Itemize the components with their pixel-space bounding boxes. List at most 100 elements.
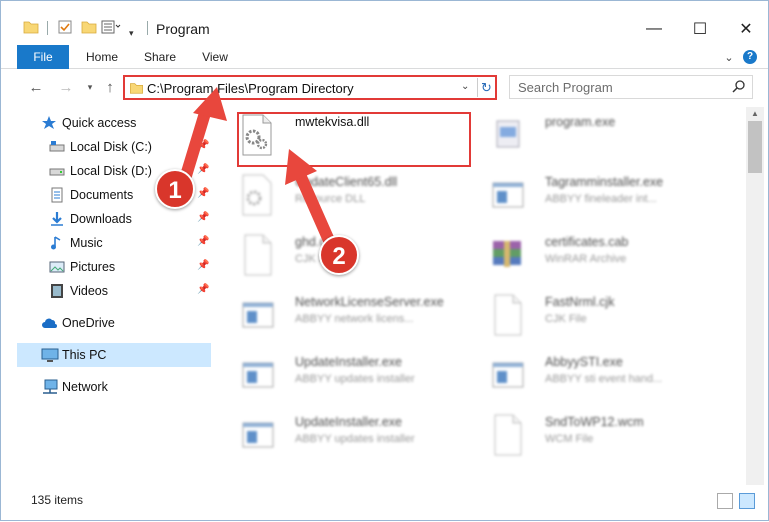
address-dropdown-icon[interactable]: ⌄ bbox=[461, 81, 469, 92]
back-arrow-icon[interactable]: ← bbox=[25, 77, 47, 97]
file-tile[interactable]: UpdateInstaller.exe ABBYY updates instal… bbox=[225, 407, 475, 463]
up-arrow-icon[interactable]: ↑ bbox=[99, 77, 121, 97]
search-icon[interactable] bbox=[732, 79, 746, 96]
sidebar-item-label: Quick access bbox=[62, 116, 137, 130]
large-icons-view-icon[interactable] bbox=[739, 493, 755, 509]
tab-share[interactable]: Share bbox=[139, 45, 181, 69]
file-tile[interactable]: NetworkLicenseServer.exe ABBYY network l… bbox=[225, 287, 475, 343]
pin-icon[interactable]: 📌 bbox=[197, 236, 209, 247]
address-bar[interactable]: C:\Program Files\Program Directory ⌄ ↻ bbox=[123, 75, 497, 100]
step-1-badge: 1 bbox=[155, 169, 195, 209]
dll-gear-icon bbox=[239, 173, 275, 217]
tab-home[interactable]: Home bbox=[79, 45, 125, 69]
pin-icon[interactable]: 📌 bbox=[197, 140, 209, 151]
tab-file[interactable]: File bbox=[17, 45, 69, 69]
scrollbar-thumb[interactable] bbox=[748, 121, 762, 173]
expand-ribbon-icon[interactable]: ⌄ bbox=[721, 49, 737, 65]
sidebar-item-local-disk-c[interactable]: Local Disk (C:) 📌 bbox=[17, 135, 211, 159]
file-description: ABBYY fineleader int... bbox=[545, 193, 657, 205]
file-tile[interactable]: Tagramminstaller.exe ABBYY fineleader in… bbox=[475, 167, 725, 223]
file-tile[interactable]: certificates.cab WinRAR Archive bbox=[475, 227, 725, 283]
refresh-icon[interactable]: ↻ bbox=[477, 78, 495, 97]
star-icon bbox=[41, 115, 57, 131]
sidebar-item-label: Local Disk (D:) bbox=[70, 164, 152, 178]
file-tile-program-exe[interactable]: program.exe bbox=[475, 107, 725, 163]
file-name: FastNrml.cjk bbox=[545, 295, 615, 309]
sidebar-item-label: Network bbox=[62, 380, 108, 394]
scroll-up-icon[interactable]: ▲ bbox=[746, 107, 764, 121]
pictures-icon bbox=[49, 259, 65, 275]
computer-icon bbox=[41, 347, 59, 363]
pin-icon[interactable]: 📌 bbox=[197, 260, 209, 271]
videos-icon bbox=[49, 283, 65, 299]
sidebar-item-videos[interactable]: Videos 📌 bbox=[17, 279, 211, 303]
file-description: ABBYY updates installer bbox=[295, 433, 415, 445]
pin-icon[interactable]: 📌 bbox=[197, 212, 209, 223]
navigation-bar: ← → ▾ ↑ C:\Program Files\Program Directo… bbox=[1, 70, 768, 104]
details-view-icon[interactable] bbox=[717, 493, 733, 509]
file-description: ABBYY sti event hand... bbox=[545, 373, 663, 385]
file-tile[interactable]: SndToWP12.wcm WCM File bbox=[475, 407, 725, 463]
customize-dropdown-icon[interactable]: ▾ bbox=[129, 23, 134, 43]
exe-icon bbox=[489, 113, 525, 157]
blank-file-icon bbox=[489, 293, 525, 337]
pin-icon[interactable]: 📌 bbox=[197, 164, 209, 175]
maximize-button[interactable]: ☐ bbox=[677, 15, 723, 43]
sidebar-item-downloads[interactable]: Downloads 📌 bbox=[17, 207, 211, 231]
file-name: certificates.cab bbox=[545, 235, 629, 249]
help-icon[interactable]: ? bbox=[742, 49, 758, 65]
music-icon bbox=[49, 235, 65, 251]
properties-check-icon[interactable] bbox=[57, 17, 73, 37]
app-window-icon bbox=[239, 293, 275, 337]
search-box[interactable] bbox=[509, 75, 753, 99]
file-tile[interactable]: UpdateClient65.dll Resource DLL bbox=[225, 167, 475, 223]
file-tile[interactable]: UpdateInstaller.exe ABBYY updates instal… bbox=[225, 347, 475, 403]
ribbon-tabs: File Home Share View ⌄ ? bbox=[1, 45, 768, 69]
file-tile[interactable]: FastNrml.cjk CJK File bbox=[475, 287, 725, 343]
address-path[interactable]: C:\Program Files\Program Directory bbox=[147, 81, 354, 96]
blank-file-icon bbox=[489, 413, 525, 457]
cloud-icon bbox=[41, 315, 57, 331]
file-tile[interactable]: AbbyySTI.exe ABBYY sti event hand... bbox=[475, 347, 725, 403]
sidebar-item-quick-access[interactable]: Quick access bbox=[17, 111, 211, 135]
file-name: SndToWP12.wcm bbox=[545, 415, 644, 429]
download-icon bbox=[49, 211, 65, 227]
drive-icon bbox=[49, 139, 65, 155]
sidebar-item-music[interactable]: Music 📌 bbox=[17, 231, 211, 255]
file-name: NetworkLicenseServer.exe bbox=[295, 295, 444, 309]
drive-icon bbox=[49, 163, 65, 179]
tab-view[interactable]: View bbox=[197, 45, 233, 69]
blank-file-icon bbox=[239, 233, 275, 277]
status-bar: 135 items bbox=[1, 489, 768, 513]
file-explorer-window: ▾ Program — ☐ ✕ File Home Share View ⌄ ?… bbox=[0, 0, 769, 521]
recent-locations-icon[interactable]: ▾ bbox=[79, 77, 101, 97]
title-bar: ▾ Program — ☐ ✕ bbox=[1, 1, 768, 45]
close-button[interactable]: ✕ bbox=[723, 15, 769, 43]
quick-access-menu-icon[interactable] bbox=[101, 17, 121, 37]
app-window-icon bbox=[489, 353, 525, 397]
pin-icon[interactable]: 📌 bbox=[197, 284, 209, 295]
sidebar-item-pictures[interactable]: Pictures 📌 bbox=[17, 255, 211, 279]
file-name: UpdateInstaller.exe bbox=[295, 355, 403, 369]
sidebar-item-label: This PC bbox=[62, 348, 107, 362]
app-window-icon bbox=[489, 173, 525, 217]
file-description: ABBYY updates installer bbox=[295, 373, 415, 385]
winrar-archive-icon bbox=[489, 233, 525, 277]
search-input[interactable] bbox=[518, 79, 728, 95]
sidebar-item-network[interactable]: Network bbox=[17, 375, 211, 399]
sidebar-item-label: Downloads bbox=[70, 212, 132, 226]
sidebar-item-onedrive[interactable]: OneDrive bbox=[17, 311, 211, 335]
documents-icon bbox=[49, 187, 65, 203]
file-description: Resource DLL bbox=[295, 193, 366, 205]
pin-icon[interactable]: 📌 bbox=[197, 188, 209, 199]
new-folder-icon[interactable] bbox=[81, 17, 97, 37]
file-description: CJK File bbox=[545, 313, 587, 325]
forward-arrow-icon[interactable]: → bbox=[55, 77, 77, 97]
sidebar-item-label: Videos bbox=[70, 284, 108, 298]
window-title: Program bbox=[156, 21, 210, 37]
sidebar-item-label: OneDrive bbox=[62, 316, 115, 330]
sidebar-item-this-pc[interactable]: This PC bbox=[17, 343, 211, 367]
network-icon bbox=[41, 379, 58, 395]
navigation-pane: Quick access Local Disk (C:) 📌 Local Dis… bbox=[17, 107, 211, 485]
minimize-button[interactable]: — bbox=[631, 15, 677, 43]
